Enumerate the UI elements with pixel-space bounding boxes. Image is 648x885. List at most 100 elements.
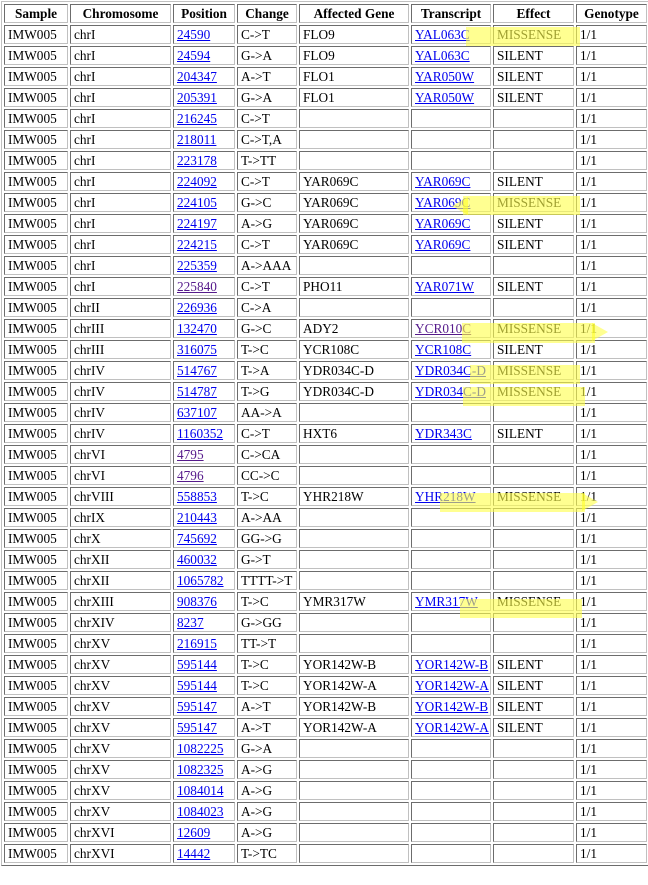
cell-position[interactable]: 224197	[173, 214, 235, 233]
transcript-link[interactable]: YAR069C	[415, 237, 470, 252]
cell-transcript[interactable]: YCR010C	[411, 319, 491, 338]
position-link[interactable]: 24590	[177, 27, 210, 42]
position-link[interactable]: 514787	[177, 384, 217, 399]
cell-transcript[interactable]: YAL063C	[411, 25, 491, 44]
position-link[interactable]: 226936	[177, 300, 217, 315]
position-link[interactable]: 514767	[177, 363, 217, 378]
position-link[interactable]: 1084023	[177, 804, 224, 819]
cell-position[interactable]: 908376	[173, 592, 235, 611]
cell-position[interactable]: 637107	[173, 403, 235, 422]
transcript-link[interactable]: YAR069C	[415, 216, 470, 231]
transcript-link[interactable]: YOR142W-B	[415, 699, 488, 714]
cell-position[interactable]: 514767	[173, 361, 235, 380]
position-link[interactable]: 1160352	[177, 426, 223, 441]
cell-transcript[interactable]: YCR108C	[411, 340, 491, 359]
transcript-link[interactable]: YAR069C	[415, 174, 470, 189]
position-link[interactable]: 4796	[177, 468, 204, 483]
position-link[interactable]: 595147	[177, 720, 217, 735]
position-link[interactable]: 223178	[177, 153, 217, 168]
cell-position[interactable]: 226936	[173, 298, 235, 317]
transcript-link[interactable]: YAL063C	[415, 48, 470, 63]
position-link[interactable]: 12609	[177, 825, 210, 840]
position-link[interactable]: 637107	[177, 405, 217, 420]
position-link[interactable]: 224092	[177, 174, 217, 189]
cell-transcript[interactable]: YOR142W-A	[411, 676, 491, 695]
position-link[interactable]: 1084014	[177, 783, 224, 798]
position-link[interactable]: 225359	[177, 258, 217, 273]
cell-transcript[interactable]: YAR069C	[411, 193, 491, 212]
cell-position[interactable]: 1065782	[173, 571, 235, 590]
transcript-link[interactable]: YCR010C	[415, 321, 471, 336]
position-link[interactable]: 216245	[177, 111, 217, 126]
cell-position[interactable]: 24594	[173, 46, 235, 65]
position-link[interactable]: 224105	[177, 195, 217, 210]
cell-transcript[interactable]: YOR142W-B	[411, 655, 491, 674]
cell-position[interactable]: 224215	[173, 235, 235, 254]
transcript-link[interactable]: YAR069C	[415, 195, 470, 210]
cell-position[interactable]: 595147	[173, 697, 235, 716]
position-link[interactable]: 204347	[177, 69, 217, 84]
cell-transcript[interactable]: YAR069C	[411, 235, 491, 254]
cell-position[interactable]: 224092	[173, 172, 235, 191]
cell-transcript[interactable]: YAR069C	[411, 214, 491, 233]
cell-position[interactable]: 4796	[173, 466, 235, 485]
position-link[interactable]: 224215	[177, 237, 217, 252]
cell-position[interactable]: 745692	[173, 529, 235, 548]
cell-position[interactable]: 1082225	[173, 739, 235, 758]
cell-transcript[interactable]: YHR218W	[411, 487, 491, 506]
transcript-link[interactable]: YMR317W	[415, 594, 478, 609]
cell-position[interactable]: 514787	[173, 382, 235, 401]
cell-position[interactable]: 210443	[173, 508, 235, 527]
cell-position[interactable]: 1084023	[173, 802, 235, 821]
position-link[interactable]: 595144	[177, 657, 217, 672]
cell-transcript[interactable]: YOR142W-B	[411, 697, 491, 716]
cell-position[interactable]: 12609	[173, 823, 235, 842]
position-link[interactable]: 14442	[177, 846, 210, 861]
position-link[interactable]: 1082225	[177, 741, 224, 756]
transcript-link[interactable]: YDR034C-D	[415, 363, 486, 378]
cell-transcript[interactable]: YAR050W	[411, 67, 491, 86]
cell-position[interactable]: 1160352	[173, 424, 235, 443]
transcript-link[interactable]: YCR108C	[415, 342, 471, 357]
position-link[interactable]: 745692	[177, 531, 217, 546]
position-link[interactable]: 24594	[177, 48, 210, 63]
cell-transcript[interactable]: YDR034C-D	[411, 361, 491, 380]
transcript-link[interactable]: YOR142W-A	[415, 678, 489, 693]
position-link[interactable]: 132470	[177, 321, 217, 336]
position-link[interactable]: 205391	[177, 90, 217, 105]
cell-position[interactable]: 204347	[173, 67, 235, 86]
transcript-link[interactable]: YAL063C	[415, 27, 470, 42]
cell-position[interactable]: 225840	[173, 277, 235, 296]
cell-position[interactable]: 558853	[173, 487, 235, 506]
position-link[interactable]: 218011	[177, 132, 216, 147]
transcript-link[interactable]: YAR050W	[415, 90, 474, 105]
cell-position[interactable]: 216915	[173, 634, 235, 653]
cell-position[interactable]: 224105	[173, 193, 235, 212]
position-link[interactable]: 908376	[177, 594, 217, 609]
position-link[interactable]: 8237	[177, 615, 204, 630]
position-link[interactable]: 1082325	[177, 762, 224, 777]
cell-position[interactable]: 595144	[173, 655, 235, 674]
position-link[interactable]: 460032	[177, 552, 217, 567]
cell-transcript[interactable]: YAL063C	[411, 46, 491, 65]
position-link[interactable]: 216915	[177, 636, 217, 651]
cell-position[interactable]: 4795	[173, 445, 235, 464]
cell-transcript[interactable]: YAR071W	[411, 277, 491, 296]
position-link[interactable]: 595147	[177, 699, 217, 714]
cell-transcript[interactable]: YOR142W-A	[411, 718, 491, 737]
cell-position[interactable]: 316075	[173, 340, 235, 359]
position-link[interactable]: 4795	[177, 447, 204, 462]
cell-transcript[interactable]: YDR034C-D	[411, 382, 491, 401]
cell-position[interactable]: 1082325	[173, 760, 235, 779]
cell-position[interactable]: 595147	[173, 718, 235, 737]
cell-position[interactable]: 8237	[173, 613, 235, 632]
cell-position[interactable]: 216245	[173, 109, 235, 128]
cell-position[interactable]: 460032	[173, 550, 235, 569]
position-link[interactable]: 224197	[177, 216, 217, 231]
cell-position[interactable]: 218011	[173, 130, 235, 149]
cell-position[interactable]: 14442	[173, 844, 235, 863]
cell-position[interactable]: 24590	[173, 25, 235, 44]
transcript-link[interactable]: YOR142W-B	[415, 657, 488, 672]
cell-position[interactable]: 223178	[173, 151, 235, 170]
position-link[interactable]: 225840	[177, 279, 217, 294]
